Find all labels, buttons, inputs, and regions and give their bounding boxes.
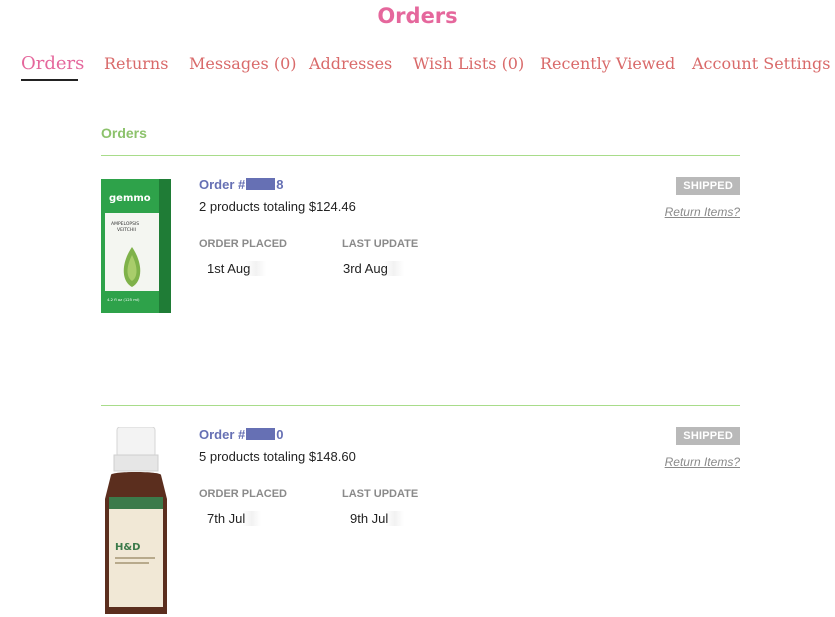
section-heading: Orders [101,125,147,141]
tab-wish-lists[interactable]: Wish Lists (0) [413,54,524,73]
page-title: Orders [377,4,458,28]
tab-recently-viewed[interactable]: Recently Viewed [540,54,675,73]
order-placed-label: ORDER PLACED [199,488,288,500]
svg-text:gemmo: gemmo [109,193,151,204]
redacted-order-id [246,428,276,440]
last-update-label: LAST UPDATE [342,488,419,500]
return-items-link[interactable]: Return Items? [665,205,740,219]
svg-text:VEITCHII: VEITCHII [117,227,136,233]
tab-addresses[interactable]: Addresses [309,54,392,73]
order-card: gemmo AMPELOPSIS VEITCHII 4.2 fl oz (125… [101,177,740,367]
order-number-prefix: Order # [199,427,246,442]
last-update-label: LAST UPDATE [342,238,419,250]
redacted-order-id [246,178,276,190]
tab-account-settings[interactable]: Account Settings [692,54,830,73]
tab-messages[interactable]: Messages (0) [189,54,296,73]
status-badge: SHIPPED [676,177,740,195]
divider [101,405,740,406]
svg-text:AMPELOPSIS: AMPELOPSIS [111,221,139,227]
order-placed-date: 1st Aug [199,261,267,276]
order-card: H&D Order # 0 5 products totaling $148.60… [101,427,740,617]
order-summary: 2 products totaling $124.46 [199,199,356,214]
product-thumbnail[interactable]: gemmo AMPELOPSIS VEITCHII 4.2 fl oz (125… [101,177,171,315]
active-tab-underline [21,79,78,81]
last-update-date: 3rd Aug [335,261,404,276]
last-update-date: 9th Jul [342,511,405,526]
order-summary: 5 products totaling $148.60 [199,449,356,464]
svg-text:4.2 fl oz (125 ml): 4.2 fl oz (125 ml) [107,297,140,302]
order-placed-label: ORDER PLACED [199,238,288,250]
order-number-suffix: 0 [276,427,284,442]
order-number-link[interactable]: Order # 0 [199,427,283,442]
order-placed-date: 7th Jul [199,511,262,526]
return-items-link[interactable]: Return Items? [665,455,740,469]
order-number-suffix: 8 [276,177,284,192]
tab-returns[interactable]: Returns [104,54,168,73]
product-thumbnail[interactable]: H&D [101,427,171,614]
divider [101,155,740,156]
svg-text:H&D: H&D [115,542,140,553]
order-number-prefix: Order # [199,177,246,192]
tab-orders[interactable]: Orders [21,53,84,74]
status-badge: SHIPPED [676,427,740,445]
order-number-link[interactable]: Order # 8 [199,177,283,192]
